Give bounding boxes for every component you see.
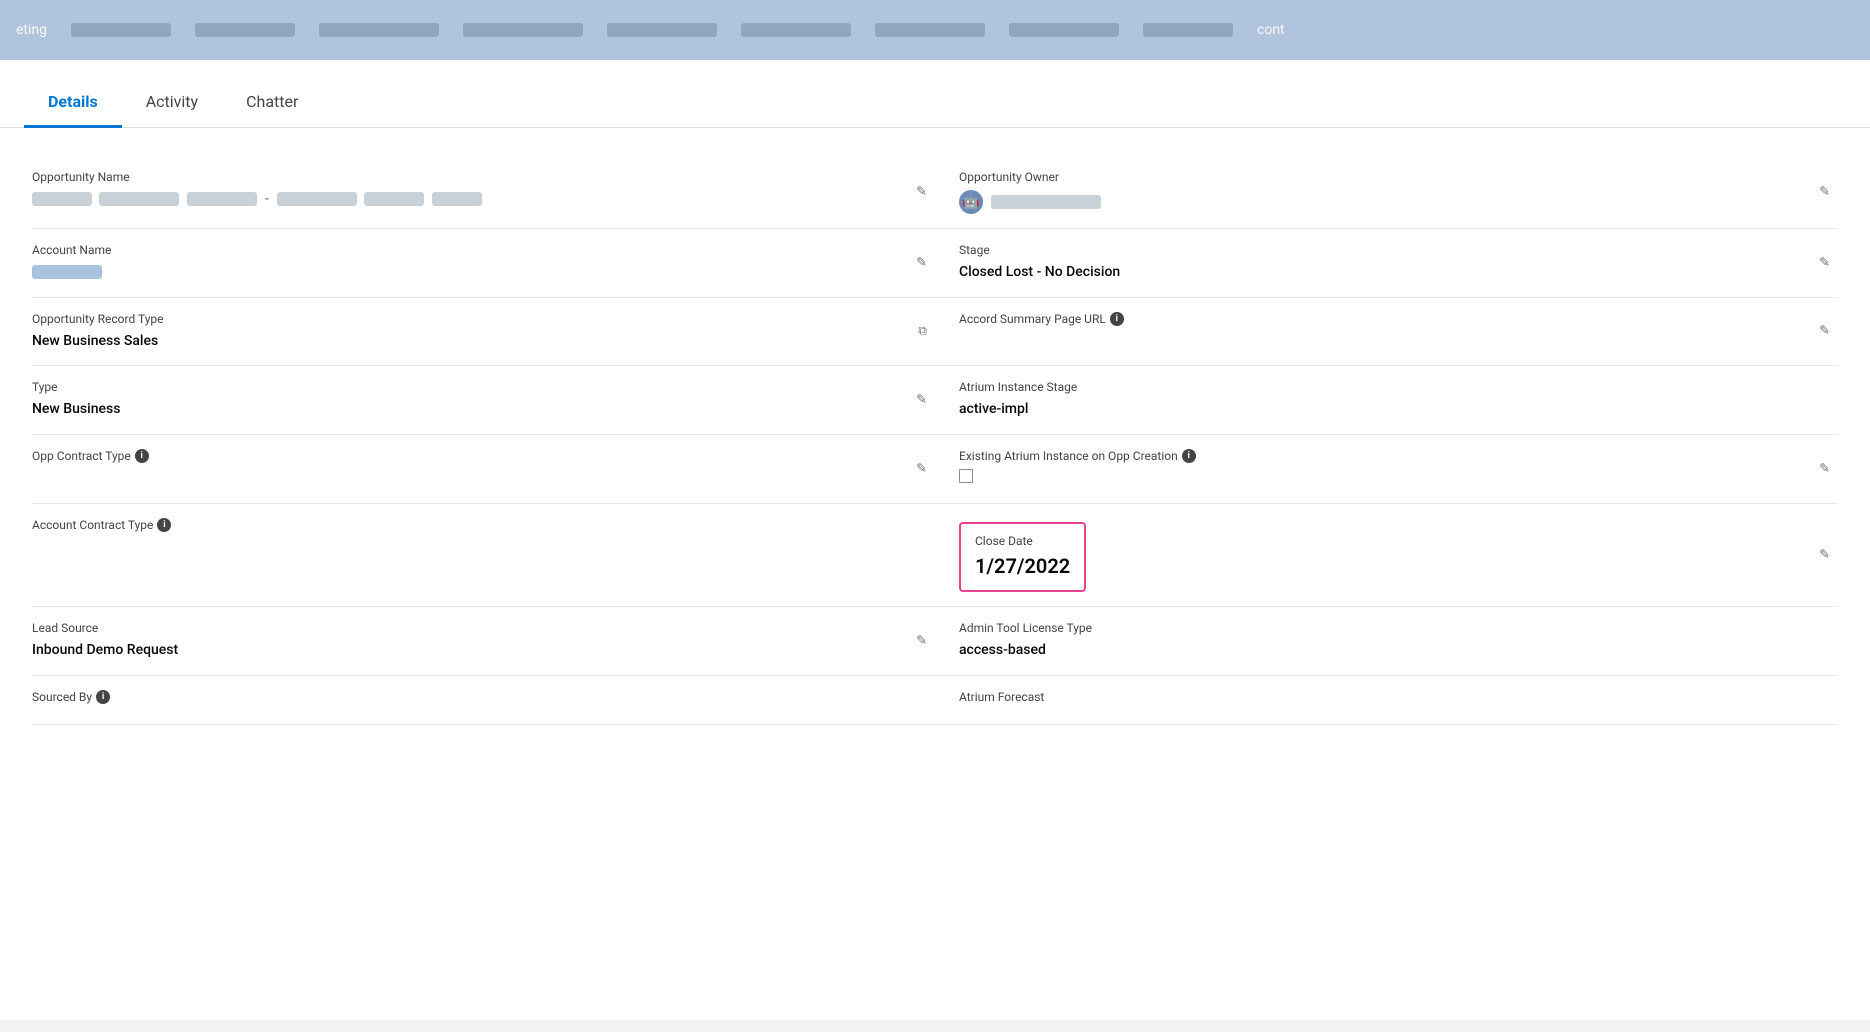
field-account-name: Account Name ✎ [32, 229, 935, 298]
field-opportunity-owner: Opportunity Owner 🤖 ✎ [935, 156, 1838, 229]
field-type: Type New Business ✎ [32, 366, 935, 435]
label-type: Type [32, 380, 895, 394]
account-name-blurred[interactable] [32, 265, 102, 279]
tab-chatter[interactable]: Chatter [222, 80, 322, 128]
field-opp-contract-type: Opp Contract Type i ✎ [32, 435, 935, 505]
nav-blurred-7[interactable] [875, 23, 985, 37]
value-close-date: 1/27/2022 [975, 552, 1070, 580]
value-existing-atrium-instance [959, 469, 1822, 490]
nav-blurred-1[interactable] [71, 23, 171, 37]
field-atrium-instance-stage: Atrium Instance Stage active-impl [935, 366, 1838, 435]
field-lead-source: Lead Source Inbound Demo Request ✎ [32, 607, 935, 676]
field-account-contract-type: Account Contract Type i [32, 504, 935, 607]
info-opp-contract-type-icon[interactable]: i [135, 449, 149, 463]
owner-name-blurred [991, 195, 1101, 209]
main-content: Details Activity Chatter Opportunity Nam… [0, 60, 1870, 1020]
top-nav: eting cont [0, 0, 1870, 60]
label-lead-source: Lead Source [32, 621, 895, 635]
value-opportunity-record-type: New Business Sales [32, 332, 895, 352]
label-opportunity-name: Opportunity Name [32, 170, 895, 184]
nav-blurred-4[interactable] [463, 23, 583, 37]
edit-stage-icon[interactable]: ✎ [1819, 255, 1830, 270]
edit-accord-summary-url-icon[interactable]: ✎ [1819, 324, 1830, 339]
label-close-date: Close Date [975, 534, 1070, 548]
label-accord-summary-url: Accord Summary Page URL i [959, 312, 1822, 326]
edit-close-date-icon[interactable]: ✎ [1819, 548, 1830, 563]
edit-opp-contract-type-icon[interactable]: ✎ [916, 462, 927, 477]
info-accord-summary-url-icon[interactable]: i [1110, 312, 1124, 326]
copy-opportunity-record-type-icon[interactable]: ⧉ [918, 324, 927, 339]
edit-lead-source-icon[interactable]: ✎ [916, 634, 927, 649]
label-opportunity-owner: Opportunity Owner [959, 170, 1822, 184]
tabs-bar: Details Activity Chatter [0, 60, 1870, 128]
nav-item-meeting[interactable]: eting [16, 22, 47, 38]
value-account-name [32, 263, 895, 283]
field-atrium-forecast: Atrium Forecast [935, 676, 1838, 725]
edit-opportunity-owner-icon[interactable]: ✎ [1819, 185, 1830, 200]
field-existing-atrium-instance: Existing Atrium Instance on Opp Creation… [935, 435, 1838, 505]
label-sourced-by: Sourced By i [32, 690, 895, 704]
close-date-highlight: Close Date 1/27/2022 [959, 522, 1086, 592]
edit-existing-atrium-icon[interactable]: ✎ [1819, 462, 1830, 477]
nav-blurred-9[interactable] [1143, 23, 1233, 37]
existing-atrium-checkbox[interactable] [959, 469, 973, 483]
label-opp-contract-type: Opp Contract Type i [32, 449, 895, 463]
label-admin-tool-license-type: Admin Tool License Type [959, 621, 1822, 635]
info-existing-atrium-instance-icon[interactable]: i [1182, 449, 1196, 463]
nav-blurred-2[interactable] [195, 23, 295, 37]
field-admin-tool-license-type: Admin Tool License Type access-based [935, 607, 1838, 676]
edit-opportunity-name-icon[interactable]: ✎ [916, 185, 927, 200]
field-accord-summary-url: Accord Summary Page URL i ✎ [935, 298, 1838, 367]
value-atrium-instance-stage: active-impl [959, 400, 1822, 420]
label-account-contract-type: Account Contract Type i [32, 518, 895, 532]
label-stage: Stage [959, 243, 1822, 257]
tab-details[interactable]: Details [24, 80, 122, 128]
info-account-contract-type-icon[interactable]: i [157, 518, 171, 532]
info-sourced-by-icon[interactable]: i [96, 690, 110, 704]
nav-blurred-8[interactable] [1009, 23, 1119, 37]
field-sourced-by: Sourced By i [32, 676, 935, 725]
field-stage: Stage Closed Lost - No Decision ✎ [935, 229, 1838, 298]
edit-type-icon[interactable]: ✎ [916, 392, 927, 407]
value-stage: Closed Lost - No Decision [959, 263, 1822, 283]
label-existing-atrium-instance: Existing Atrium Instance on Opp Creation… [959, 449, 1822, 463]
label-account-name: Account Name [32, 243, 895, 257]
edit-account-name-icon[interactable]: ✎ [916, 255, 927, 270]
label-atrium-instance-stage: Atrium Instance Stage [959, 380, 1822, 394]
nav-item-cont[interactable]: cont [1257, 22, 1285, 38]
value-lead-source: Inbound Demo Request [32, 641, 895, 661]
label-opportunity-record-type: Opportunity Record Type [32, 312, 895, 326]
value-admin-tool-license-type: access-based [959, 641, 1822, 661]
nav-blurred-6[interactable] [741, 23, 851, 37]
field-close-date: Close Date 1/27/2022 ✎ [935, 504, 1838, 607]
tab-activity[interactable]: Activity [122, 80, 222, 128]
value-opportunity-name: - [32, 190, 895, 210]
nav-blurred-5[interactable] [607, 23, 717, 37]
value-type: New Business [32, 400, 895, 420]
owner-row: 🤖 [959, 190, 1822, 214]
field-opportunity-name: Opportunity Name - ✎ [32, 156, 935, 229]
label-atrium-forecast: Atrium Forecast [959, 690, 1822, 704]
nav-blurred-3[interactable] [319, 23, 439, 37]
details-grid: Opportunity Name - ✎ Opportunity Owner 🤖 [0, 128, 1870, 753]
avatar: 🤖 [959, 190, 983, 214]
field-opportunity-record-type: Opportunity Record Type New Business Sal… [32, 298, 935, 367]
